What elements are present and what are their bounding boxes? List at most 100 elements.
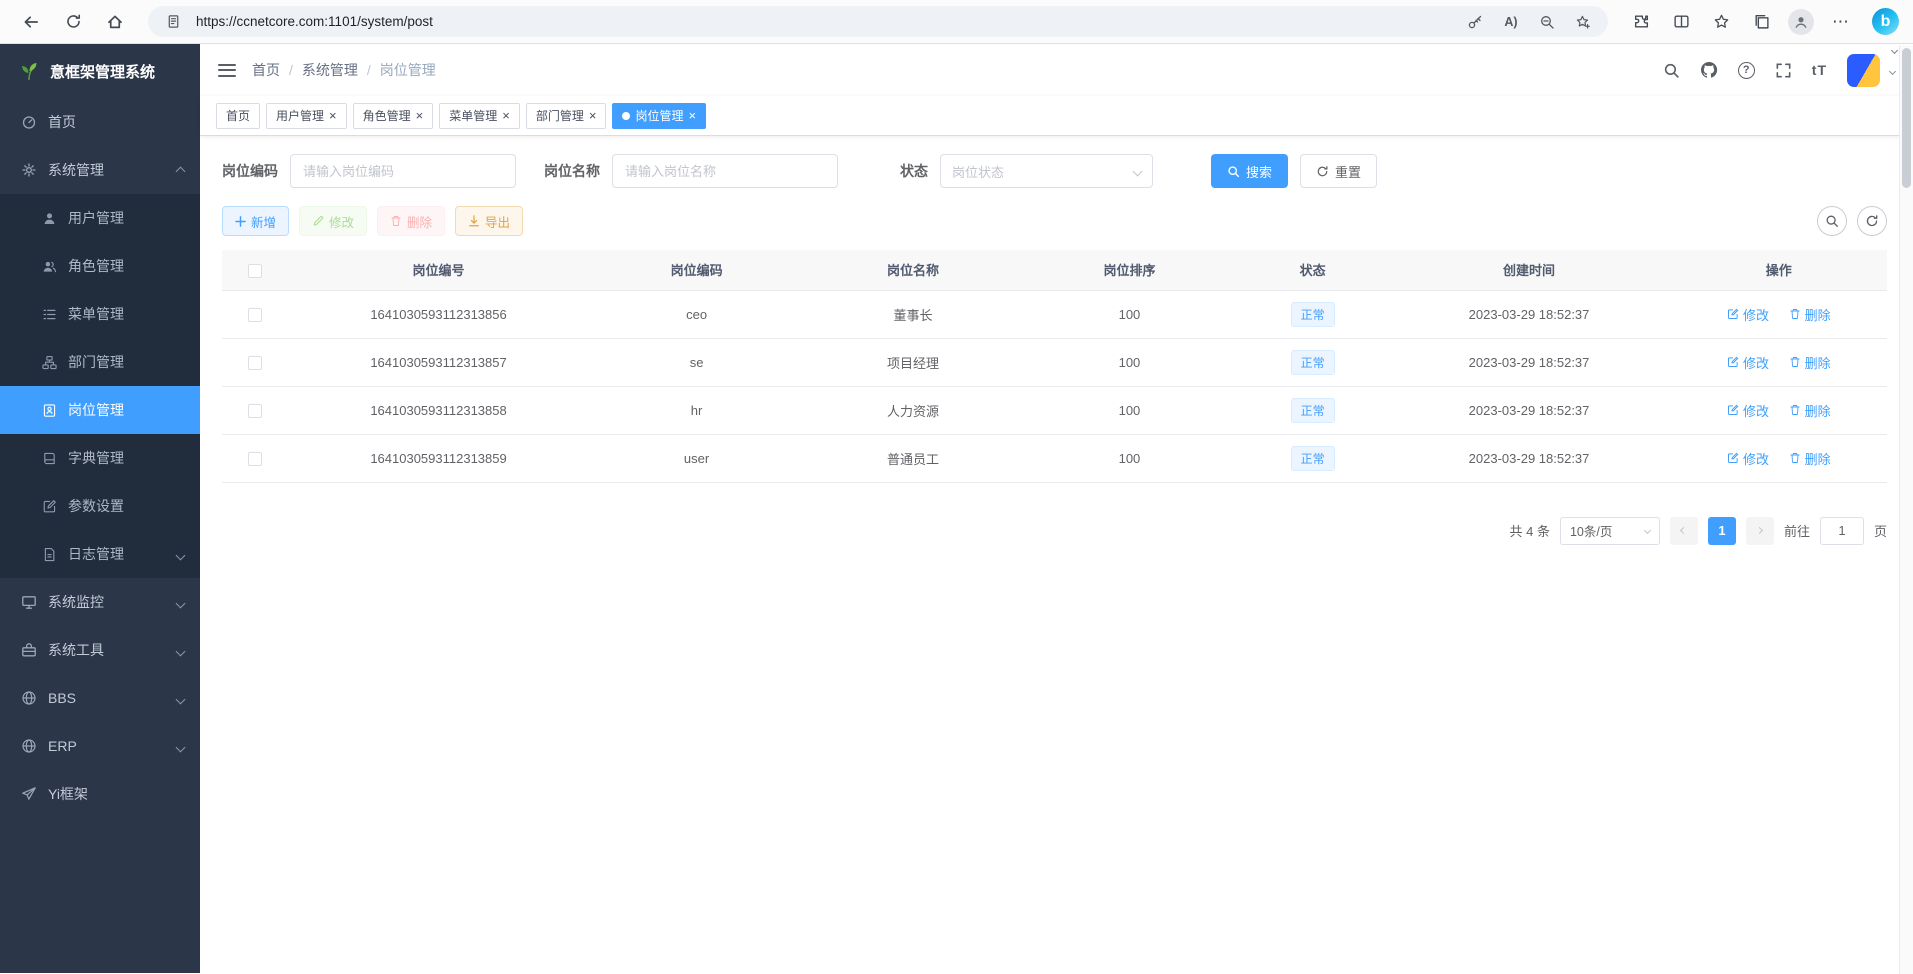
- close-icon[interactable]: ×: [502, 109, 510, 122]
- row-checkbox[interactable]: [248, 356, 262, 370]
- menu-label: 角色管理: [68, 256, 124, 276]
- row-checkbox[interactable]: [248, 404, 262, 418]
- row-checkbox[interactable]: [248, 308, 262, 322]
- zoom-out-icon[interactable]: [1534, 9, 1560, 35]
- table-row: 1641030593112313859 user 普通员工 100 正常 202…: [222, 434, 1887, 482]
- table-header-row: 岗位编号 岗位编码 岗位名称 岗位排序 状态 创建时间 操作: [222, 250, 1887, 290]
- collections-icon[interactable]: [1744, 5, 1778, 39]
- next-page-button[interactable]: [1746, 517, 1774, 545]
- bing-icon[interactable]: b: [1872, 8, 1899, 35]
- breadcrumb-system[interactable]: 系统管理: [302, 60, 358, 80]
- goto-page-input[interactable]: [1820, 517, 1864, 545]
- github-icon[interactable]: [1700, 61, 1718, 79]
- page-size-select[interactable]: 10条/页: [1560, 517, 1660, 545]
- sidebar-item-menu-management[interactable]: 菜单管理: [0, 290, 200, 338]
- close-icon[interactable]: ×: [688, 109, 696, 122]
- extensions-icon[interactable]: [1624, 5, 1658, 39]
- read-aloud-icon[interactable]: A): [1498, 9, 1524, 35]
- trash-icon: [390, 215, 402, 227]
- row-edit-link[interactable]: 修改: [1727, 401, 1769, 420]
- close-icon[interactable]: ×: [329, 109, 337, 122]
- tab-post-management[interactable]: 岗位管理 ×: [612, 103, 706, 129]
- tab-department-management[interactable]: 部门管理 ×: [526, 103, 607, 129]
- address-bar[interactable]: https://ccnetcore.com:1101/system/post A…: [148, 6, 1608, 37]
- site-info-icon[interactable]: [160, 9, 186, 35]
- home-button[interactable]: [98, 5, 132, 39]
- column-created-time: 创建时间: [1388, 250, 1671, 290]
- globe-icon: [20, 690, 38, 706]
- sidebar-panel-caret-icon[interactable]: [1892, 40, 1897, 58]
- search-button[interactable]: 搜索: [1211, 154, 1288, 188]
- sidebar-item-system-monitor[interactable]: 系统监控: [0, 578, 200, 626]
- export-button[interactable]: 导出: [455, 206, 523, 236]
- delete-button[interactable]: 删除: [377, 206, 445, 236]
- sidebar-item-parameter-settings[interactable]: 参数设置: [0, 482, 200, 530]
- reset-button[interactable]: 重置: [1300, 154, 1377, 188]
- fullscreen-icon[interactable]: [1775, 62, 1792, 79]
- refresh-table-button[interactable]: [1857, 206, 1887, 236]
- row-delete-link[interactable]: 删除: [1789, 449, 1831, 468]
- select-all-checkbox[interactable]: [248, 264, 262, 278]
- row-delete-link[interactable]: 删除: [1789, 305, 1831, 324]
- sidebar-toggle-icon[interactable]: [218, 64, 236, 77]
- row-edit-link[interactable]: 修改: [1727, 305, 1769, 324]
- sidebar-item-system-tools[interactable]: 系统工具: [0, 626, 200, 674]
- search-icon[interactable]: [1663, 62, 1680, 79]
- post-code-input[interactable]: [290, 154, 516, 188]
- sidebar-item-home[interactable]: 首页: [0, 98, 200, 146]
- menu-list-icon: [40, 307, 58, 322]
- text-size-icon[interactable]: tT: [1812, 62, 1827, 78]
- sidebar-item-department-management[interactable]: 部门管理: [0, 338, 200, 386]
- prev-page-button[interactable]: [1670, 517, 1698, 545]
- app-logo[interactable]: 意框架管理系统: [0, 44, 200, 98]
- favorites-icon[interactable]: [1704, 5, 1738, 39]
- edit-icon: [1727, 356, 1739, 368]
- close-icon[interactable]: ×: [416, 109, 424, 122]
- sidebar-item-system-management[interactable]: 系统管理: [0, 146, 200, 194]
- users-icon: [40, 259, 58, 274]
- avatar-dropdown-caret-icon[interactable]: [1890, 61, 1895, 79]
- sidebar-item-erp[interactable]: ERP: [0, 722, 200, 770]
- refresh-button[interactable]: [56, 5, 90, 39]
- tab-role-management[interactable]: 角色管理 ×: [353, 103, 434, 129]
- password-key-icon[interactable]: [1462, 9, 1488, 35]
- tab-user-management[interactable]: 用户管理 ×: [266, 103, 347, 129]
- favorite-add-icon[interactable]: [1570, 9, 1596, 35]
- refresh-icon: [1316, 165, 1329, 178]
- toggle-search-button[interactable]: [1817, 206, 1847, 236]
- profile-avatar[interactable]: [1784, 5, 1818, 39]
- sidebar-item-user-management[interactable]: 用户管理: [0, 194, 200, 242]
- row-edit-link[interactable]: 修改: [1727, 353, 1769, 372]
- row-edit-link[interactable]: 修改: [1727, 449, 1769, 468]
- back-button[interactable]: [14, 5, 48, 39]
- sidebar-item-dictionary-management[interactable]: 字典管理: [0, 434, 200, 482]
- sidebar-item-post-management[interactable]: 岗位管理: [0, 386, 200, 434]
- breadcrumb: 首页 / 系统管理 / 岗位管理: [252, 60, 436, 80]
- close-icon[interactable]: ×: [589, 109, 597, 122]
- user-avatar[interactable]: [1847, 54, 1880, 87]
- cell-post-id: 1641030593112313858: [289, 386, 589, 434]
- add-button[interactable]: 新增: [222, 206, 289, 236]
- breadcrumb-separator: /: [289, 62, 293, 78]
- menu-label: 字典管理: [68, 448, 124, 468]
- tab-home[interactable]: 首页: [216, 103, 260, 129]
- current-page-button[interactable]: 1: [1708, 517, 1736, 545]
- sidebar-item-yi-framework[interactable]: Yi框架: [0, 770, 200, 818]
- row-delete-link[interactable]: 删除: [1789, 353, 1831, 372]
- sidebar-item-role-management[interactable]: 角色管理: [0, 242, 200, 290]
- vertical-scrollbar[interactable]: [1899, 45, 1913, 974]
- row-delete-link[interactable]: 删除: [1789, 401, 1831, 420]
- sidebar-item-log-management[interactable]: 日志管理: [0, 530, 200, 578]
- breadcrumb-home[interactable]: 首页: [252, 60, 280, 80]
- help-icon[interactable]: ?: [1738, 62, 1755, 79]
- split-screen-icon[interactable]: [1664, 5, 1698, 39]
- edit-button[interactable]: 修改: [299, 206, 367, 236]
- row-checkbox[interactable]: [248, 452, 262, 466]
- post-name-input[interactable]: [612, 154, 838, 188]
- more-menu-icon[interactable]: ⋯: [1824, 5, 1858, 39]
- cell-created-time: 2023-03-29 18:52:37: [1388, 338, 1671, 386]
- status-select[interactable]: 岗位状态: [940, 154, 1153, 188]
- scrollbar-thumb[interactable]: [1902, 48, 1911, 188]
- sidebar-item-bbs[interactable]: BBS: [0, 674, 200, 722]
- tab-menu-management[interactable]: 菜单管理 ×: [439, 103, 520, 129]
